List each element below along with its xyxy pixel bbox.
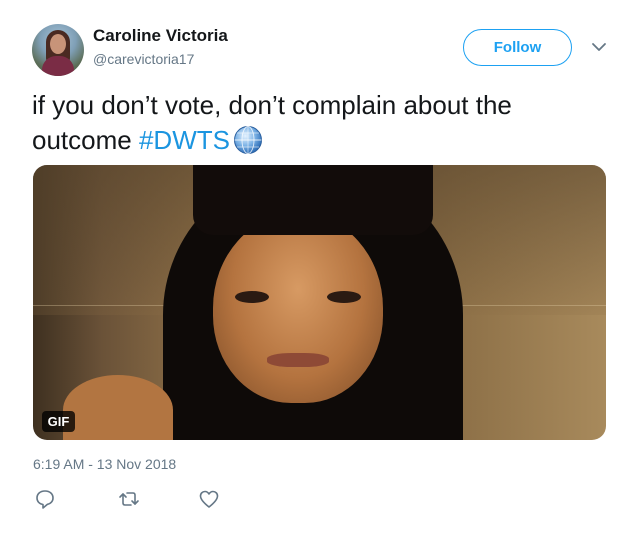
display-name[interactable]: Caroline Victoria [93,26,228,46]
globe-icon [233,126,262,154]
avatar-face [50,34,66,54]
timestamp[interactable]: 6:19 AM - 13 Nov 2018 [33,456,176,472]
media-shoulder [63,375,173,440]
gif-media[interactable] [33,165,606,440]
media-left-eye [235,291,269,303]
gif-badge: GIF [42,411,75,432]
tweet-card: Caroline Victoria @carevictoria17 Follow… [0,0,641,533]
heart-icon[interactable] [198,488,220,510]
reply-icon[interactable] [34,488,56,510]
username[interactable]: @carevictoria17 [93,51,194,67]
media-face [213,213,383,403]
media-fringe [193,165,433,235]
avatar[interactable] [32,24,84,76]
tweet-text-body: if you don’t vote, don’t complain about … [32,90,512,155]
tweet-text: if you don’t vote, don’t complain about … [32,88,612,158]
chevron-down-icon[interactable] [590,40,608,54]
media-lips [267,353,329,367]
hashtag-link[interactable]: #DWTS [139,125,230,155]
retweet-icon[interactable] [118,488,140,510]
media-right-eye [327,291,361,303]
avatar-body [42,56,74,76]
follow-button[interactable]: Follow [463,29,572,66]
